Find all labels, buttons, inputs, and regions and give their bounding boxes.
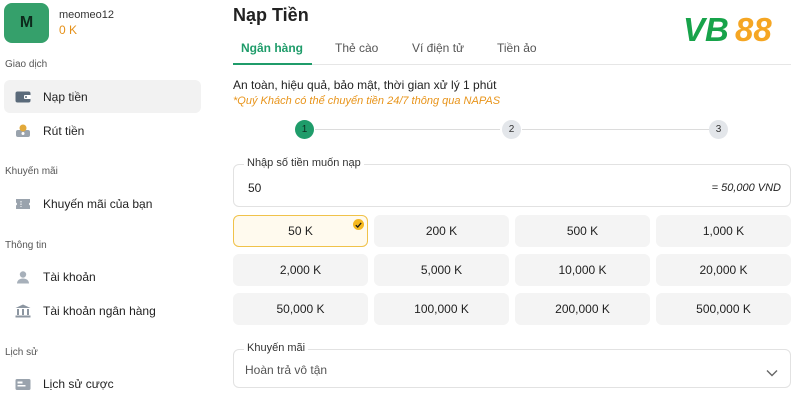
amount-option[interactable]: 200,000 K [515, 293, 650, 325]
bank-icon [14, 304, 32, 318]
ticket-icon [14, 197, 32, 211]
amount-option[interactable]: 2,000 K [233, 254, 368, 286]
amount-option[interactable]: 1,000 K [656, 215, 791, 247]
wallet-icon [14, 90, 32, 104]
sidebar-item-label: Tài khoản [43, 269, 96, 284]
chevron-down-icon[interactable] [766, 364, 778, 382]
cash-out-icon [14, 124, 32, 138]
user-icon [14, 270, 32, 284]
amount-option-label: 50 K [288, 224, 313, 238]
user-panel: M meomeo12 0 K [4, 3, 114, 43]
stepper: 1 2 3 [295, 120, 731, 140]
step-1: 1 [295, 120, 314, 139]
amount-option[interactable]: 50 K [233, 215, 368, 247]
amount-option[interactable]: 200 K [374, 215, 509, 247]
amount-option[interactable]: 500 K [515, 215, 650, 247]
step-2: 2 [502, 120, 521, 139]
sidebar-item-label: Nạp tiền [43, 89, 88, 104]
info-text: An toàn, hiệu quả, bảo mật, thời gian xử… [233, 78, 497, 92]
check-icon [353, 219, 364, 230]
step-connector [522, 129, 711, 130]
sidebar-item-tai-khoan[interactable]: Tài khoản [4, 260, 201, 293]
sidebar-item-lich-su-cuoc[interactable]: Lịch sử cược [4, 367, 201, 400]
amount-converted: = 50,000 VND [711, 182, 781, 194]
sidebar: M meomeo12 0 K Giao dịch Nạp tiền Rút ti… [0, 0, 210, 400]
amount-option[interactable]: 20,000 K [656, 254, 791, 286]
amount-option[interactable]: 50,000 K [233, 293, 368, 325]
section-title-thong-tin: Thông tin [5, 240, 47, 251]
page-title: Nạp Tiền [233, 5, 309, 25]
main-content: Nạp Tiền VB 88 Ngân hàng Thẻ cào Ví điện… [233, 0, 800, 400]
promotion-label: Khuyến mãi [244, 342, 309, 354]
sidebar-item-nap-tien[interactable]: Nạp tiền [4, 80, 201, 113]
history-icon [14, 377, 32, 391]
step-3: 3 [709, 120, 728, 139]
promotion-select[interactable]: Khuyến mãi Hoàn trả vô tận [233, 342, 791, 388]
sidebar-item-label: Khuyến mãi của bạn [43, 196, 153, 211]
sidebar-item-tai-khoan-ngan-hang[interactable]: Tài khoản ngân hàng [4, 294, 201, 327]
tab-the-cao[interactable]: Thẻ cào [335, 41, 378, 55]
promotion-value: Hoàn trả vô tận [245, 363, 328, 377]
tab-tien-ao[interactable]: Tiền ảo [497, 41, 537, 55]
amount-label: Nhập số tiền muốn nạp [244, 157, 364, 169]
section-title-giao-dich: Giao dịch [5, 59, 48, 70]
section-title-lich-su: Lịch sử [5, 347, 38, 358]
amount-option[interactable]: 5,000 K [374, 254, 509, 286]
sidebar-item-label: Rút tiền [43, 123, 85, 138]
sidebar-item-rut-tien[interactable]: Rút tiền [4, 114, 201, 147]
amount-input[interactable]: Nhập số tiền muốn nạp 50 = 50,000 VND [233, 157, 791, 207]
sidebar-item-label: Tài khoản ngân hàng [43, 303, 156, 318]
sidebar-item-label: Lịch sử cược [43, 376, 114, 391]
active-tab-indicator [233, 63, 312, 65]
tab-vi-dien-tu[interactable]: Ví điện tử [412, 41, 464, 55]
section-title-khuyen-mai: Khuyến mãi [5, 166, 58, 177]
amount-option[interactable]: 500,000 K [656, 293, 791, 325]
payment-method-tabs: Ngân hàng Thẻ cào Ví điện tử Tiền ảo [233, 37, 791, 65]
balance: 0 K [59, 23, 78, 37]
sidebar-item-khuyen-mai-cua-ban[interactable]: Khuyến mãi của bạn [4, 187, 201, 220]
username: meomeo12 [59, 9, 115, 21]
amount-option[interactable]: 100,000 K [374, 293, 509, 325]
amount-value[interactable]: 50 [248, 181, 261, 195]
step-connector [315, 129, 500, 130]
tab-ngan-hang[interactable]: Ngân hàng [241, 41, 303, 55]
amount-option[interactable]: 10,000 K [515, 254, 650, 286]
avatar[interactable]: M [4, 3, 49, 43]
napas-note: *Quý Khách có thể chuyển tiền 24/7 thông… [233, 95, 501, 107]
